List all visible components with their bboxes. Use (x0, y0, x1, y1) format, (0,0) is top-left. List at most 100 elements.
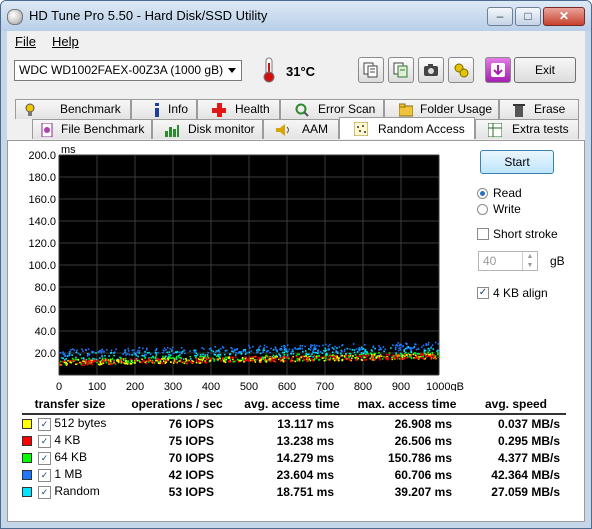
data-point (220, 360, 222, 362)
data-point (241, 357, 244, 359)
data-point (307, 357, 309, 360)
data-point (290, 351, 293, 353)
copy-text-icon (363, 62, 378, 78)
copy-text-button[interactable] (358, 57, 384, 83)
data-point (197, 358, 200, 360)
exit-button[interactable]: Exit (514, 57, 576, 83)
data-point (91, 359, 93, 362)
options-button[interactable] (448, 57, 474, 83)
data-point (119, 359, 121, 361)
data-point (183, 361, 185, 363)
data-point (280, 357, 283, 359)
data-point (434, 357, 436, 360)
series-checkbox[interactable]: ✓ (38, 451, 51, 465)
series-checkbox[interactable]: ✓ (38, 417, 51, 431)
results-table: transfer size operations / sec avg. acce… (22, 396, 566, 500)
series-checkbox[interactable]: ✓ (38, 434, 51, 448)
data-point (232, 360, 235, 363)
screenshot-button[interactable] (418, 57, 444, 83)
data-point (142, 347, 144, 350)
data-point (133, 351, 136, 354)
data-point (430, 356, 432, 358)
data-point (88, 353, 90, 355)
data-point (404, 353, 406, 356)
start-button[interactable]: Start (480, 150, 554, 174)
extra-tests-icon (488, 123, 502, 137)
tab-health[interactable]: Health (197, 99, 280, 119)
data-point (410, 346, 412, 349)
data-point (85, 349, 87, 351)
operations-per-sec: 70 IOPS (168, 450, 214, 465)
data-point (430, 346, 433, 348)
tab-area: Benchmark Info Health Error Scan Folder … (7, 99, 585, 522)
data-point (288, 348, 291, 351)
series-checkbox[interactable]: ✓ (38, 468, 51, 482)
data-point (283, 351, 285, 354)
avg-speed: 0.295 MB/s (497, 433, 560, 448)
data-point (217, 358, 219, 360)
data-point (165, 359, 168, 361)
menu-file[interactable]: File (15, 34, 36, 49)
data-point (88, 357, 90, 360)
maximize-button[interactable]: □ (515, 7, 541, 26)
data-point (356, 357, 358, 360)
data-point (162, 351, 164, 354)
data-point (374, 358, 376, 361)
data-point (348, 359, 351, 361)
tab-erase[interactable]: Erase (499, 99, 579, 119)
data-point (124, 352, 126, 354)
copy-info-button[interactable] (388, 57, 414, 83)
short-stroke-input[interactable]: 40 ▲ ▼ (478, 251, 538, 271)
data-point (102, 350, 105, 353)
tab-benchmark[interactable]: Benchmark (15, 99, 131, 119)
data-point (425, 355, 427, 358)
tab-random-access[interactable]: Random Access (339, 117, 475, 139)
data-point (382, 346, 385, 348)
data-point (302, 350, 304, 353)
data-point (355, 355, 358, 357)
data-point (345, 354, 348, 357)
tab-info[interactable]: Info (131, 99, 197, 119)
download-button[interactable] (485, 57, 511, 83)
title-bar[interactable]: HD Tune Pro 5.50 - Hard Disk/SSD Utility… (1, 1, 591, 31)
avg-access-time: 13.238 ms (276, 433, 334, 448)
minimize-button[interactable]: – (487, 7, 513, 26)
data-point (76, 358, 78, 361)
series-checkbox[interactable]: ✓ (38, 485, 51, 499)
data-point (203, 348, 205, 350)
data-point (160, 361, 163, 364)
data-point (251, 360, 254, 362)
data-point (136, 359, 139, 362)
data-point (398, 354, 400, 356)
data-point (214, 351, 217, 354)
read-radio[interactable] (477, 188, 488, 199)
align-checkbox[interactable]: ✓ (477, 287, 489, 299)
data-point (103, 359, 106, 361)
data-point (157, 362, 160, 364)
data-point (168, 354, 170, 356)
data-point (318, 345, 321, 347)
data-point (188, 360, 190, 363)
tab-disk-monitor[interactable]: Disk monitor (152, 119, 263, 139)
tab-file-benchmark[interactable]: File Benchmark (32, 119, 152, 139)
data-point (185, 357, 187, 360)
spinner-arrows-icon[interactable]: ▲ ▼ (522, 252, 537, 270)
data-point (409, 356, 411, 358)
write-radio[interactable] (477, 204, 488, 215)
data-point (438, 356, 441, 358)
data-point (336, 359, 338, 361)
data-point (421, 346, 423, 348)
data-point (398, 344, 401, 347)
menu-bar: File Help (7, 31, 585, 51)
data-point (325, 357, 327, 359)
data-point (390, 347, 392, 349)
drive-select[interactable]: WDC WD1002FAEX-00Z3A (1000 gB) (14, 60, 242, 81)
menu-help[interactable]: Help (52, 34, 79, 49)
tab-error-scan[interactable]: Error Scan (280, 99, 384, 119)
tab-folder-usage[interactable]: Folder Usage (384, 99, 499, 119)
short-stroke-checkbox[interactable] (477, 228, 489, 240)
tab-extra-tests[interactable]: Extra tests (475, 119, 579, 139)
data-point (267, 359, 269, 361)
close-button[interactable]: ✕ (543, 7, 585, 26)
tab-aam[interactable]: AAM (263, 119, 339, 139)
